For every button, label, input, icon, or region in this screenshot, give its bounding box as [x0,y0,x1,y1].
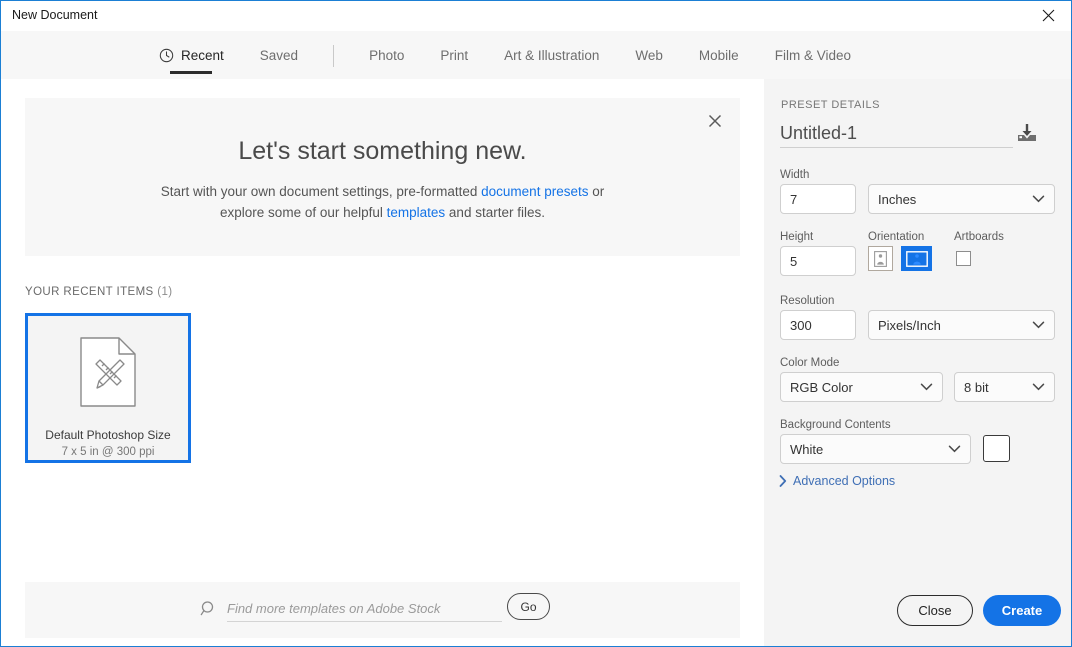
background-color-swatch[interactable] [983,435,1010,462]
tab-recent[interactable]: Recent [141,31,242,79]
recent-item-card[interactable]: Default Photoshop Size 7 x 5 in @ 300 pp… [25,313,191,463]
banner-subtitle: Start with your own document settings, p… [25,181,740,223]
orientation-landscape-button[interactable] [901,246,932,271]
save-preset-button[interactable] [1016,123,1038,148]
artboards-label: Artboards [954,231,1004,243]
document-pencil-ruler-icon [80,337,136,407]
advanced-options-label: Advanced Options [793,474,896,488]
banner-close-button[interactable] [702,108,728,134]
chevron-down-icon [1032,321,1045,330]
banner-line1-before: Start with your own document settings, p… [160,184,482,199]
clock-icon [159,48,174,63]
portrait-orientation-icon [874,250,887,267]
adobe-stock-search-bar: Go [25,582,740,638]
tab-print[interactable]: Print [422,31,486,79]
create-button[interactable]: Create [983,595,1061,626]
tab-art-illustration[interactable]: Art & Illustration [486,31,617,79]
tab-separator [333,45,335,67]
save-preset-icon [1018,124,1036,141]
chevron-down-icon [948,445,961,454]
background-contents-value: White [790,441,824,457]
tab-film-video-label: Film & Video [774,47,851,63]
width-input[interactable] [780,184,856,214]
resolution-label: Resolution [780,295,835,307]
chevron-down-icon [1032,195,1045,204]
chevron-down-icon [1032,383,1045,392]
tab-print-label: Print [440,47,469,63]
background-contents-label: Background Contents [780,419,891,431]
new-document-dialog: New Document Recent Saved Photo Print Ar… [0,0,1072,647]
orientation-label: Orientation [868,231,925,243]
bit-depth-value: 8 bit [964,379,989,395]
banner-title: Let's start something new. [238,137,527,165]
tab-web-label: Web [635,47,663,63]
chevron-right-icon [779,475,787,487]
preset-details-panel: PRESET DETAILS Width Inches Height Orien… [764,79,1071,646]
close-button[interactable]: Close [897,595,973,626]
search-icon [200,600,218,623]
width-unit-select[interactable]: Inches [868,184,1055,214]
window-close-button[interactable] [1026,1,1071,30]
recent-items-heading: YOUR RECENT ITEMS (1) [25,286,173,298]
recent-item-name: Default Photoshop Size [45,428,171,442]
width-unit-value: Inches [878,191,917,207]
tab-saved[interactable]: Saved [242,31,316,79]
bit-depth-select[interactable]: 8 bit [954,372,1055,402]
color-mode-select[interactable]: RGB Color [780,372,943,402]
tab-bar: Recent Saved Photo Print Art & Illustrat… [1,31,1071,80]
artboards-checkbox[interactable] [956,251,971,266]
recent-items-heading-label: YOUR RECENT ITEMS [25,286,154,298]
tab-active-indicator [170,71,213,74]
templates-link[interactable]: templates [387,205,446,220]
preset-details-heading: PRESET DETAILS [781,99,880,111]
tab-art-illustration-label: Art & Illustration [504,47,600,63]
close-icon [1042,9,1055,22]
document-presets-link[interactable]: document presets [481,184,588,199]
height-label: Height [780,231,814,243]
tab-web[interactable]: Web [617,31,681,79]
stock-search-input[interactable] [227,595,502,622]
tab-mobile[interactable]: Mobile [681,31,757,79]
landscape-orientation-icon [905,250,928,267]
orientation-portrait-button[interactable] [868,246,893,271]
close-icon [708,114,722,128]
tab-photo[interactable]: Photo [351,31,422,79]
title-bar: New Document [1,1,1071,32]
color-mode-value: RGB Color [790,379,853,395]
banner-line2-before: explore some of our helpful [220,205,387,220]
tab-mobile-label: Mobile [698,47,739,63]
recent-item-thumbnail [28,336,188,408]
height-input[interactable] [780,246,856,276]
recent-item-meta: 7 x 5 in @ 300 ppi [61,446,155,458]
resolution-unit-value: Pixels/Inch [878,317,941,333]
resolution-input[interactable] [780,310,856,340]
width-label: Width [780,169,810,181]
banner-line2-after: and starter files. [445,205,545,220]
recent-items-count: (1) [157,286,173,298]
tab-recent-label: Recent [181,47,224,63]
tab-photo-label: Photo [369,47,405,63]
background-contents-select[interactable]: White [780,434,971,464]
chevron-down-icon [920,383,933,392]
banner-line1-after: or [588,184,605,199]
color-mode-label: Color Mode [780,357,840,369]
templates-pane: Let's start something new. Start with yo… [1,79,764,646]
window-title: New Document [12,8,98,22]
tab-saved-label: Saved [259,47,299,63]
stock-go-button[interactable]: Go [507,593,550,620]
advanced-options-toggle[interactable]: Advanced Options [779,474,895,488]
welcome-banner: Let's start something new. Start with yo… [25,98,740,256]
resolution-unit-select[interactable]: Pixels/Inch [868,310,1055,340]
tab-film-video[interactable]: Film & Video [757,31,869,79]
tab-list: Recent Saved Photo Print Art & Illustrat… [141,31,869,79]
document-name-input[interactable] [780,119,1013,148]
